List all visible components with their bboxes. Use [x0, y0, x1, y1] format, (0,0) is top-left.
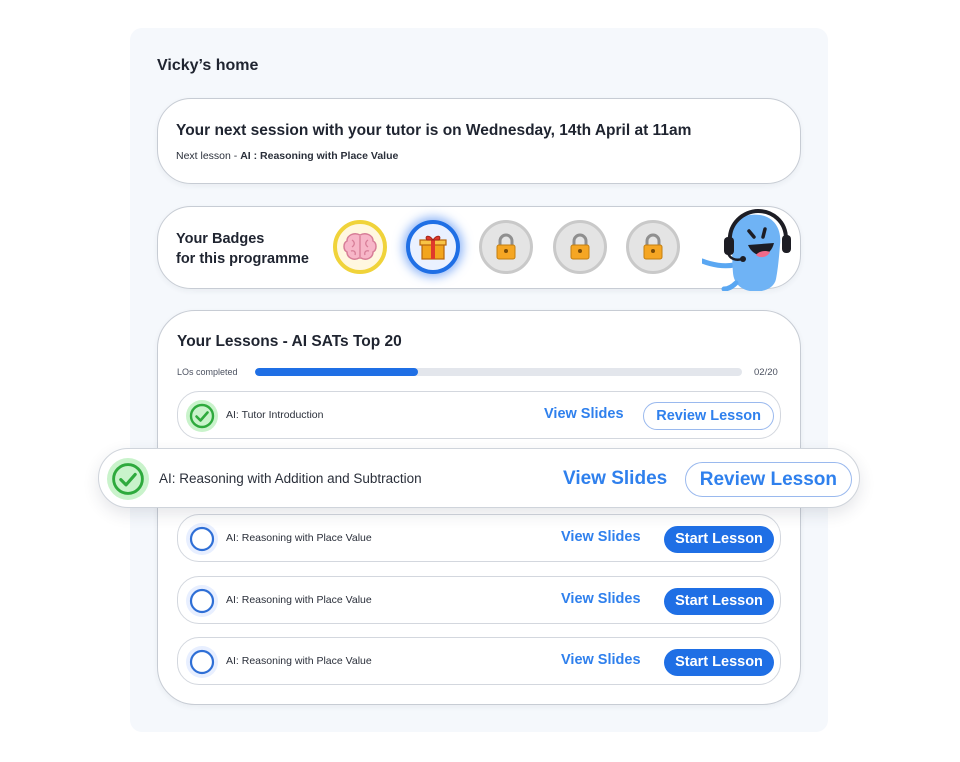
progress-bar-fill — [255, 368, 419, 376]
badges-title: Your Badges for this programme — [176, 229, 309, 269]
lesson-status-completed — [107, 458, 149, 500]
lesson-row: AI: Reasoning with Place Value View Slid… — [177, 514, 781, 562]
lesson-title: AI: Tutor Introduction — [226, 409, 324, 421]
lesson-status-not-started — [186, 585, 218, 617]
next-session-card: Your next session with your tutor is on … — [157, 98, 801, 184]
badge-brain[interactable] — [333, 220, 387, 274]
progress-label: LOs completed — [177, 367, 238, 377]
start-lesson-button[interactable]: Start Lesson — [664, 649, 774, 676]
lesson-row: AI: Tutor Introduction View Slides Revie… — [177, 391, 781, 439]
view-slides-link[interactable]: View Slides — [563, 468, 667, 490]
lesson-row: AI: Reasoning with Place Value View Slid… — [177, 576, 781, 624]
lesson-title: AI: Reasoning with Place Value — [226, 594, 372, 606]
lock-icon — [496, 233, 516, 260]
lesson-status-completed — [186, 400, 218, 432]
check-circle-icon — [112, 463, 144, 495]
view-slides-link[interactable]: View Slides — [561, 529, 641, 545]
badge-locked — [553, 220, 607, 274]
view-slides-link[interactable]: View Slides — [561, 591, 641, 607]
view-slides-link[interactable]: View Slides — [561, 652, 641, 668]
badges-card: Your Badges for this programme — [157, 206, 801, 291]
brain-icon — [343, 233, 377, 260]
progress-count: 02/20 — [754, 367, 778, 378]
badges-title-line1: Your Badges — [176, 231, 265, 247]
badge-locked — [626, 220, 680, 274]
lesson-row-highlighted: AI: Reasoning with Addition and Subtract… — [98, 448, 860, 508]
lessons-title: Your Lessons - AI SATs Top 20 — [177, 333, 402, 350]
next-session-text: Your next session with your tutor is on … — [176, 122, 692, 139]
lesson-row: AI: Reasoning with Place Value View Slid… — [177, 637, 781, 685]
view-slides-link[interactable]: View Slides — [544, 406, 624, 422]
lesson-title: AI: Reasoning with Place Value — [226, 532, 372, 544]
lock-icon — [643, 233, 663, 260]
review-lesson-button[interactable]: Review Lesson — [643, 402, 774, 430]
badge-gift[interactable] — [406, 220, 460, 274]
start-lesson-button[interactable]: Start Lesson — [664, 526, 774, 553]
lesson-title: AI: Reasoning with Addition and Subtract… — [159, 471, 422, 486]
badge-locked — [479, 220, 533, 274]
next-lesson-name: AI : Reasoning with Place Value — [240, 150, 399, 162]
next-lesson-line: Next lesson - AI : Reasoning with Place … — [176, 150, 398, 162]
lock-icon — [570, 233, 590, 260]
page-title: Vicky’s home — [157, 57, 259, 74]
empty-circle-icon — [189, 649, 215, 675]
lesson-title: AI: Reasoning with Place Value — [226, 655, 372, 667]
mascot-icon — [702, 209, 791, 291]
empty-circle-icon — [189, 588, 215, 614]
lesson-status-not-started — [186, 523, 218, 555]
next-lesson-label: Next lesson - — [176, 150, 241, 162]
progress-bar — [255, 368, 742, 376]
lesson-status-not-started — [186, 646, 218, 678]
check-circle-icon — [189, 403, 215, 429]
start-lesson-button[interactable]: Start Lesson — [664, 588, 774, 615]
badges-title-line2: for this programme — [176, 251, 309, 267]
empty-circle-icon — [189, 526, 215, 552]
review-lesson-button[interactable]: Review Lesson — [684, 462, 852, 497]
gift-icon — [419, 235, 447, 260]
